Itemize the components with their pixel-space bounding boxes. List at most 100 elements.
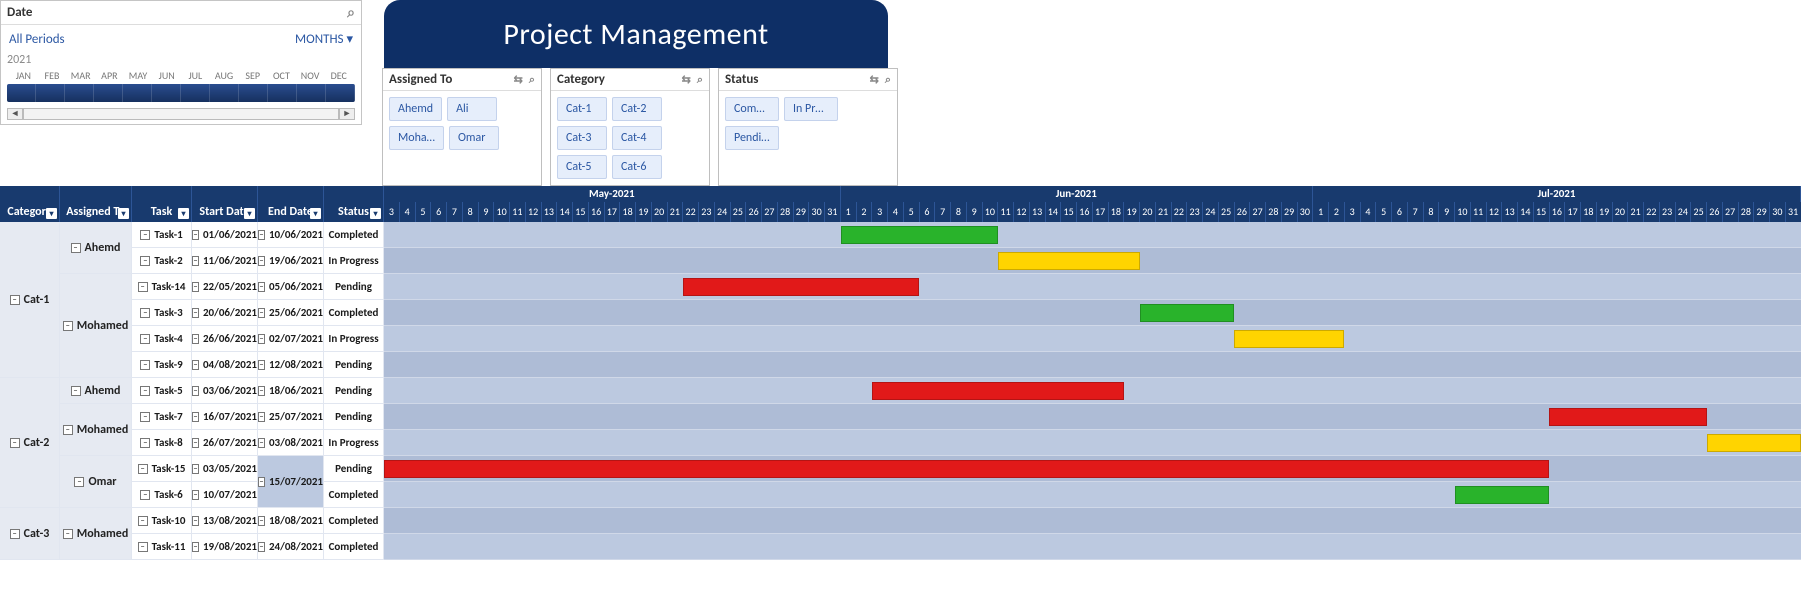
date-timeline-bar[interactable] (7, 84, 355, 102)
multiselect-icon[interactable]: ⇆ (682, 73, 691, 87)
gantt-bar[interactable] (1707, 434, 1801, 452)
collapse-icon[interactable]: − (258, 477, 265, 487)
slicer-category-item[interactable]: Cat-1 (557, 97, 607, 121)
collapse-icon[interactable]: − (140, 360, 150, 370)
collapse-icon[interactable]: − (10, 295, 20, 305)
collapse-icon[interactable]: − (192, 542, 199, 552)
collapse-icon[interactable]: − (258, 516, 265, 526)
filter-icon[interactable]: ▾ (178, 208, 189, 219)
category-cell[interactable]: −Cat-1 (0, 222, 60, 378)
assignee-cell[interactable]: −Mohamed (60, 508, 132, 560)
collapse-icon[interactable]: − (140, 256, 150, 266)
collapse-icon[interactable]: − (258, 360, 265, 370)
collapse-icon[interactable]: − (258, 542, 265, 552)
gantt-bar[interactable] (998, 252, 1140, 270)
slicer-status-item[interactable]: Pending (725, 126, 779, 150)
clear-filter-icon[interactable]: ⌕ (885, 73, 891, 87)
collapse-icon[interactable]: − (192, 490, 199, 500)
collapse-icon[interactable]: − (71, 243, 81, 253)
collapse-icon[interactable]: − (10, 529, 20, 539)
filter-icon[interactable]: ▾ (310, 208, 321, 219)
gantt-bar[interactable] (1234, 330, 1344, 348)
collapse-icon[interactable]: − (192, 360, 199, 370)
date-granularity[interactable]: MONTHS ▾ (295, 32, 353, 47)
header-end-date[interactable]: End Date▾ (258, 186, 324, 222)
slicer-status-item[interactable]: In Prog… (784, 97, 838, 121)
collapse-icon[interactable]: − (258, 334, 265, 344)
assignee-cell[interactable]: −Mohamed (60, 404, 132, 456)
collapse-icon[interactable]: − (138, 282, 148, 292)
slicer-assigned-item[interactable]: Ahemd (389, 97, 442, 121)
collapse-icon[interactable]: − (192, 386, 199, 396)
scroll-track[interactable] (23, 108, 339, 120)
slicer-assigned-to[interactable]: Assigned To⇆⌕ AhemdAliMoha…Omar (382, 68, 542, 186)
collapse-icon[interactable]: − (258, 412, 265, 422)
header-category[interactable]: Category▾ (0, 186, 60, 222)
slicer-category-item[interactable]: Cat-2 (612, 97, 662, 121)
collapse-icon[interactable]: − (140, 308, 150, 318)
slicer-assigned-item[interactable]: Ali (447, 97, 497, 121)
collapse-icon[interactable]: − (140, 334, 150, 344)
assignee-cell[interactable]: −Omar (60, 456, 132, 508)
collapse-icon[interactable]: − (192, 256, 199, 266)
filter-clear-icon[interactable]: ⌕ (347, 4, 355, 21)
collapse-icon[interactable]: − (192, 438, 199, 448)
collapse-icon[interactable]: − (192, 334, 199, 344)
date-slicer[interactable]: Date ⌕ All Periods MONTHS ▾ 2021 JANFEBM… (0, 0, 362, 125)
scroll-left-icon[interactable]: ◄ (7, 108, 23, 120)
collapse-icon[interactable]: − (140, 386, 150, 396)
collapse-icon[interactable]: − (192, 230, 199, 240)
slicer-category-item[interactable]: Cat-5 (557, 155, 607, 179)
slicer-category-item[interactable]: Cat-6 (612, 155, 662, 179)
collapse-icon[interactable]: − (258, 386, 265, 396)
collapse-icon[interactable]: − (138, 464, 148, 474)
multiselect-icon[interactable]: ⇆ (514, 73, 523, 87)
slicer-assigned-item[interactable]: Moha… (389, 126, 444, 150)
collapse-icon[interactable]: − (258, 230, 265, 240)
collapse-icon[interactable]: − (192, 308, 199, 318)
filter-icon[interactable]: ▾ (46, 208, 57, 219)
clear-filter-icon[interactable]: ⌕ (697, 73, 703, 87)
collapse-icon[interactable]: − (258, 256, 265, 266)
collapse-icon[interactable]: − (71, 386, 81, 396)
gantt-bar[interactable] (683, 278, 919, 296)
clear-filter-icon[interactable]: ⌕ (529, 73, 535, 87)
collapse-icon[interactable]: − (258, 438, 265, 448)
assignee-cell[interactable]: −Ahemd (60, 378, 132, 404)
gantt-bar[interactable] (841, 226, 998, 244)
collapse-icon[interactable]: − (258, 308, 265, 318)
collapse-icon[interactable]: − (192, 516, 199, 526)
gantt-bar[interactable] (1549, 408, 1706, 426)
slicer-status[interactable]: Status⇆⌕ Compl…In Prog…Pending (718, 68, 898, 186)
scroll-right-icon[interactable]: ► (339, 108, 355, 120)
collapse-icon[interactable]: − (63, 321, 73, 331)
collapse-icon[interactable]: − (192, 412, 199, 422)
collapse-icon[interactable]: − (63, 425, 73, 435)
date-all-periods[interactable]: All Periods (9, 32, 65, 47)
gantt-bar[interactable] (384, 460, 1549, 478)
category-cell[interactable]: −Cat-3 (0, 508, 60, 560)
slicer-category[interactable]: Category⇆⌕ Cat-1Cat-2Cat-3Cat-4Cat-5Cat-… (550, 68, 710, 186)
slicer-category-item[interactable]: Cat-3 (557, 126, 607, 150)
collapse-icon[interactable]: − (140, 412, 150, 422)
filter-icon[interactable]: ▾ (118, 208, 129, 219)
assignee-cell[interactable]: −Mohamed (60, 274, 132, 378)
filter-icon[interactable]: ▾ (370, 208, 381, 219)
collapse-icon[interactable]: − (140, 230, 150, 240)
slicer-assigned-item[interactable]: Omar (449, 126, 499, 150)
slicer-status-item[interactable]: Compl… (725, 97, 779, 121)
header-start-date[interactable]: Start Date▾ (192, 186, 258, 222)
collapse-icon[interactable]: − (140, 438, 150, 448)
collapse-icon[interactable]: − (138, 542, 148, 552)
collapse-icon[interactable]: − (258, 282, 265, 292)
gantt-bar[interactable] (1140, 304, 1234, 322)
header-assigned[interactable]: Assigned To▾ (60, 186, 132, 222)
assignee-cell[interactable]: −Ahemd (60, 222, 132, 274)
multiselect-icon[interactable]: ⇆ (870, 73, 879, 87)
category-cell[interactable]: −Cat-2 (0, 378, 60, 508)
collapse-icon[interactable]: − (63, 529, 73, 539)
collapse-icon[interactable]: − (192, 464, 199, 474)
collapse-icon[interactable]: − (74, 477, 84, 487)
filter-icon[interactable]: ▾ (244, 208, 255, 219)
slicer-category-item[interactable]: Cat-4 (612, 126, 662, 150)
